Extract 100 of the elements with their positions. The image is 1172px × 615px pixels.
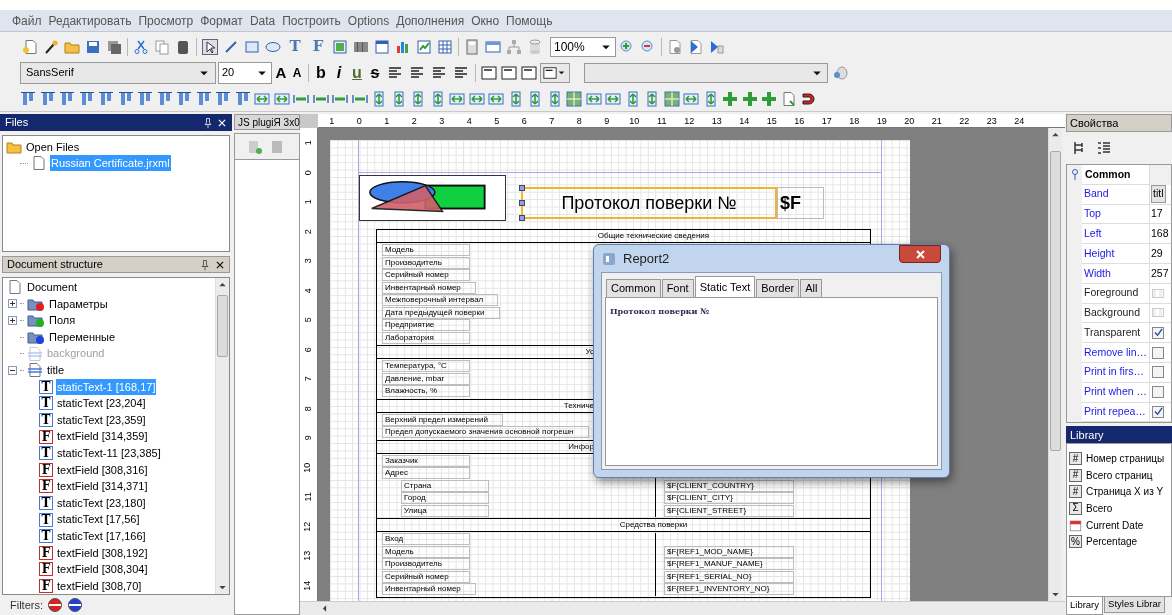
- dialog-tab[interactable]: Font: [661, 279, 694, 297]
- paste-icon[interactable]: [175, 38, 191, 55]
- property-name[interactable]: Band: [1082, 184, 1150, 205]
- tree-item[interactable]: Параметры: [48, 295, 109, 313]
- width-icon[interactable]: [449, 90, 465, 107]
- scrollbar-thumb[interactable]: [217, 295, 228, 357]
- property-value[interactable]: 257: [1150, 265, 1169, 282]
- width-icon[interactable]: [468, 90, 485, 107]
- run-icon[interactable]: [688, 38, 704, 55]
- library-item[interactable]: Всего: [1086, 500, 1113, 516]
- new-document-icon[interactable]: [22, 38, 38, 55]
- rectangle-tool-icon[interactable]: [244, 38, 260, 55]
- dialog-tab[interactable]: All: [800, 279, 823, 297]
- height-icon[interactable]: [644, 90, 660, 107]
- shrink-font-button[interactable]: A: [290, 66, 304, 79]
- tree-item[interactable]: Document: [26, 279, 79, 296]
- title-text-element[interactable]: Протокол поверки №: [521, 187, 777, 219]
- align-icon[interactable]: [39, 90, 56, 107]
- underline-button[interactable]: u: [349, 64, 365, 81]
- property-name[interactable]: Top: [1082, 204, 1150, 225]
- align-icon[interactable]: [156, 90, 173, 107]
- tree-item[interactable]: title: [46, 362, 66, 379]
- copy-icon[interactable]: [154, 38, 170, 55]
- width-icon[interactable]: [605, 90, 621, 107]
- pin-icon[interactable]: [199, 258, 211, 271]
- center-icon[interactable]: [741, 90, 758, 107]
- line-tool-icon[interactable]: [223, 38, 239, 55]
- property-name[interactable]: Remove lin…: [1082, 343, 1150, 363]
- center-icon[interactable]: [683, 90, 699, 107]
- align-center-icon[interactable]: [431, 64, 447, 81]
- align-icon[interactable]: [234, 90, 251, 107]
- expand-icon[interactable]: [8, 299, 17, 309]
- center-icon[interactable]: [722, 90, 738, 107]
- wand-icon[interactable]: [43, 38, 59, 55]
- library-item[interactable]: Percentage: [1086, 534, 1138, 550]
- box-align-top-icon[interactable]: [481, 64, 497, 81]
- add-database-icon[interactable]: [247, 138, 263, 155]
- align-icon[interactable]: [176, 90, 192, 107]
- table-icon[interactable]: [437, 38, 453, 55]
- property-name[interactable]: Print repea…: [1082, 402, 1150, 423]
- hierarchy-icon[interactable]: [506, 38, 522, 55]
- swap-icon[interactable]: [273, 90, 290, 107]
- tree-item[interactable]: textField [314,359]: [56, 428, 149, 445]
- save-icon[interactable]: [85, 38, 101, 55]
- resize-handle[interactable]: [519, 215, 525, 221]
- menu-item[interactable]: Файл: [12, 11, 42, 30]
- align-icon[interactable]: [195, 90, 212, 107]
- cut-icon[interactable]: [133, 38, 149, 55]
- menu-item[interactable]: Редактировать: [48, 11, 132, 30]
- title-field-element[interactable]: $F: [777, 187, 824, 219]
- document-icon[interactable]: [780, 90, 797, 107]
- tree-item[interactable]: textField [308,304]: [56, 561, 149, 578]
- scrollbar-thumb[interactable]: [1050, 151, 1061, 451]
- property-name[interactable]: Background: [1082, 303, 1150, 324]
- library-item[interactable]: Всего страниц: [1086, 467, 1153, 483]
- run-database-icon[interactable]: [709, 38, 725, 55]
- property-name[interactable]: Print in firs…: [1082, 362, 1150, 383]
- font-select[interactable]: SansSerif: [20, 61, 216, 84]
- text-tool-button[interactable]: F: [309, 37, 327, 56]
- property-name[interactable]: Print when …: [1082, 382, 1150, 403]
- checkbox[interactable]: [1152, 405, 1164, 418]
- vertical-spacing-icon[interactable]: [410, 90, 426, 107]
- checkbox[interactable]: [1152, 326, 1164, 339]
- window-icon[interactable]: [485, 38, 501, 55]
- grow-font-button[interactable]: A: [274, 65, 288, 80]
- color-swatch[interactable]: [1152, 288, 1164, 298]
- strikethrough-button[interactable]: s: [367, 64, 383, 81]
- tree-item[interactable]: textField [314,371]: [56, 478, 149, 495]
- height-icon[interactable]: [527, 90, 543, 107]
- border-select[interactable]: [540, 62, 570, 83]
- align-icon[interactable]: [137, 90, 153, 107]
- property-name[interactable]: Foreground: [1082, 283, 1150, 304]
- panel-tab[interactable]: Library: [1066, 597, 1104, 615]
- justify-icon[interactable]: [409, 64, 425, 81]
- align-icon[interactable]: [215, 90, 231, 107]
- tree-item[interactable]: staticText [17,56]: [56, 511, 141, 528]
- property-name[interactable]: Width: [1082, 264, 1150, 284]
- menu-item[interactable]: Options: [347, 11, 390, 30]
- collapse-icon[interactable]: [8, 365, 17, 375]
- tree-item[interactable]: Переменные: [48, 328, 117, 346]
- swap-icon[interactable]: [254, 90, 270, 107]
- library-item[interactable]: Current Date: [1086, 517, 1144, 533]
- menu-item[interactable]: Окно: [471, 11, 500, 30]
- frame-tool-icon[interactable]: [374, 38, 390, 55]
- tree-item[interactable]: staticText [23,359]: [56, 411, 147, 429]
- filter-icon[interactable]: [67, 597, 83, 613]
- checkbox[interactable]: [1152, 346, 1164, 359]
- panel-tab[interactable]: Styles Librar: [1104, 597, 1165, 613]
- size-icon[interactable]: [566, 90, 582, 107]
- checkbox[interactable]: [1152, 386, 1164, 399]
- menu-item[interactable]: Формат: [200, 11, 243, 30]
- zoom-in-icon[interactable]: [619, 38, 635, 55]
- checkbox[interactable]: [1152, 366, 1164, 379]
- expand-icon[interactable]: [8, 316, 17, 325]
- resize-handle[interactable]: [519, 185, 525, 191]
- plugin-tab[interactable]: JS plugiЯ 3x0: [234, 114, 300, 130]
- line-chart-icon[interactable]: [416, 38, 432, 55]
- box-align-bottom-icon[interactable]: [521, 64, 537, 81]
- tree-item[interactable]: staticText-11 [23,385]: [56, 445, 162, 462]
- calculator-icon[interactable]: [464, 38, 480, 55]
